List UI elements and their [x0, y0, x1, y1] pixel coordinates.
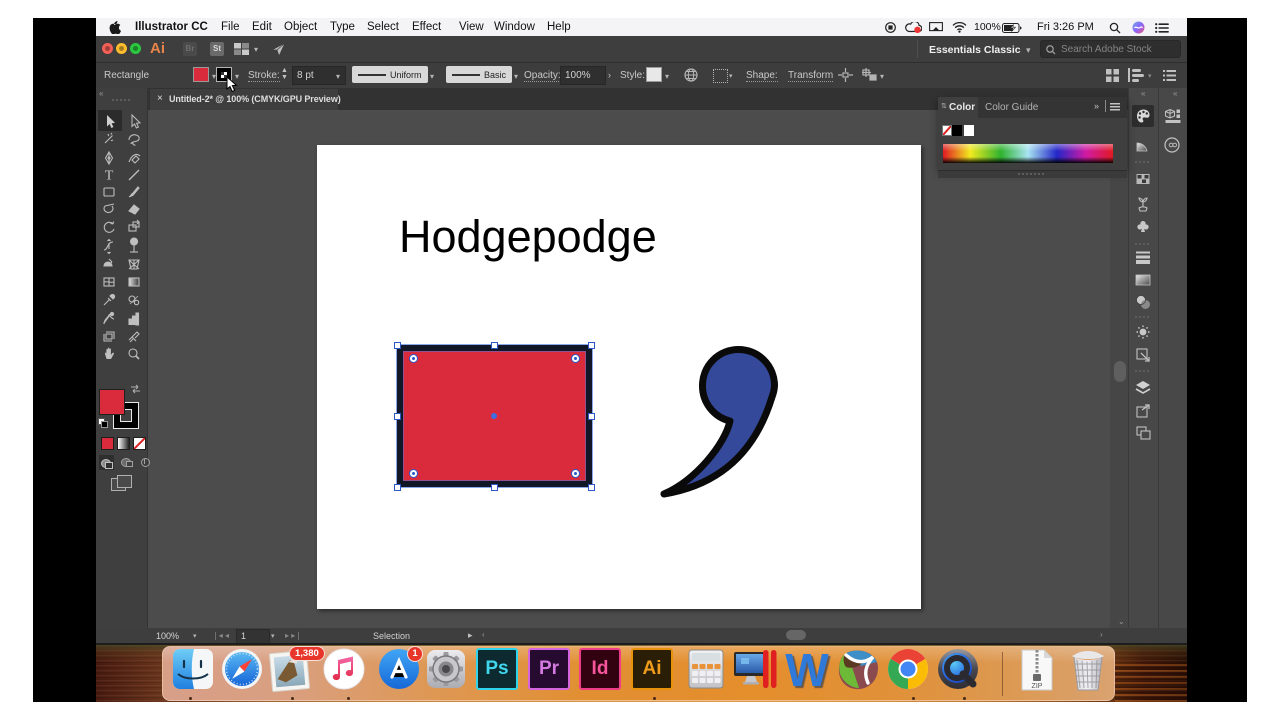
svg-text:T: T — [105, 169, 114, 184]
svg-text:ZIP: ZIP — [1032, 683, 1043, 690]
